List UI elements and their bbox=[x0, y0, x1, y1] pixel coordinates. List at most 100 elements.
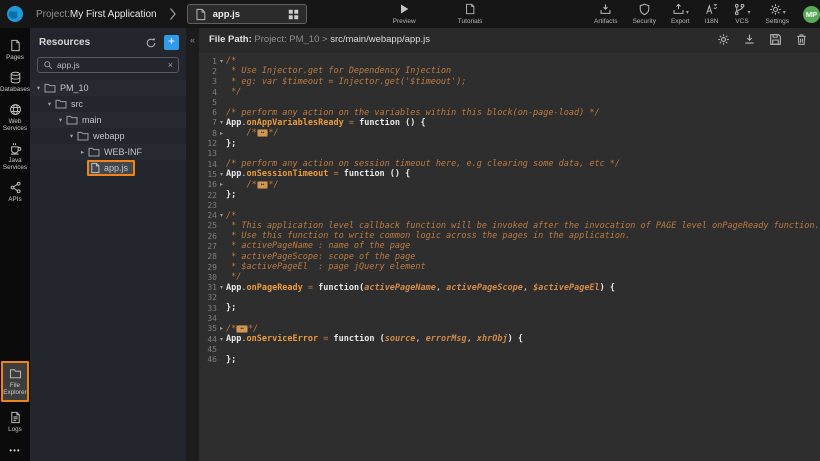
line-number: 24 bbox=[199, 211, 217, 220]
sidebar-item-pages[interactable]: Pages bbox=[0, 34, 30, 66]
code-line-8: 8▸ /*↔*/ bbox=[199, 128, 820, 138]
sidebar-item-file-explorer[interactable]: FileExplorer bbox=[1, 361, 29, 402]
folder-icon bbox=[55, 99, 67, 109]
topbar-item-artifacts[interactable]: Artifacts bbox=[594, 3, 617, 25]
code-text: App.onServiceError = function (source, e… bbox=[226, 334, 523, 344]
topbar-item-settings[interactable]: ▾Settings bbox=[766, 3, 790, 25]
code-line-35: 35▸/*↔*/ bbox=[199, 324, 820, 334]
preview-button[interactable]: Preview bbox=[393, 3, 416, 25]
folded-region-icon[interactable]: ↔ bbox=[236, 325, 248, 333]
line-number: 22 bbox=[199, 191, 217, 200]
clear-search-icon[interactable]: × bbox=[168, 60, 173, 70]
code-text: * Use this function to write common logi… bbox=[226, 231, 630, 241]
sidebar-item-java-services[interactable]: JavaServices bbox=[0, 137, 30, 176]
line-number: 33 bbox=[199, 304, 217, 313]
topbar-item-security[interactable]: Security bbox=[632, 3, 655, 25]
tree-item-label: main bbox=[82, 115, 102, 125]
tree-item-main[interactable]: ▾ main bbox=[30, 112, 186, 128]
caret-down-icon[interactable]: ▾ bbox=[45, 100, 54, 108]
sidebar-item-label: FileExplorer bbox=[3, 382, 26, 396]
fold-toggle-icon[interactable]: ▸ bbox=[217, 181, 226, 188]
sidebar-item-label: APIs bbox=[8, 196, 21, 203]
sidebar-item-label: JavaServices bbox=[3, 157, 27, 171]
code-lines[interactable]: 1▾/*2 * Use Injector.get for Dependency … bbox=[199, 52, 820, 461]
tree-item-app.js[interactable]: app.js bbox=[30, 160, 186, 176]
fold-toggle-icon[interactable]: ▾ bbox=[217, 212, 226, 219]
sidebar-item-databases[interactable]: Databases bbox=[0, 66, 30, 98]
code-line-45: 45 bbox=[199, 344, 820, 354]
folder-icon bbox=[44, 83, 56, 93]
line-number: 2 bbox=[199, 67, 217, 76]
line-number: 4 bbox=[199, 88, 217, 97]
line-number: 27 bbox=[199, 242, 217, 251]
caret-down-icon[interactable]: ▾ bbox=[34, 84, 43, 92]
fold-toggle-icon[interactable]: ▾ bbox=[217, 171, 226, 178]
fold-toggle-icon[interactable]: ▸ bbox=[217, 325, 226, 332]
folded-region-icon[interactable]: ↔ bbox=[257, 181, 269, 189]
globe-icon bbox=[9, 103, 22, 116]
caret-down-icon[interactable]: ▾ bbox=[67, 132, 76, 140]
delete-file-trash-icon[interactable] bbox=[795, 33, 808, 46]
sidebar-item-web-services[interactable]: WebServices bbox=[0, 98, 30, 137]
topbar-item-label: Artifacts bbox=[594, 18, 617, 25]
fold-toggle-icon[interactable]: ▸ bbox=[217, 130, 226, 137]
file-icon bbox=[195, 8, 206, 21]
search-icon bbox=[43, 60, 53, 70]
code-line-33: 33}; bbox=[199, 303, 820, 313]
preview-label: Preview bbox=[393, 18, 416, 25]
line-number: 6 bbox=[199, 108, 217, 117]
chevron-down-icon: ▾ bbox=[783, 9, 786, 16]
tab-label: app.js bbox=[213, 9, 281, 20]
line-number: 5 bbox=[199, 98, 217, 107]
app-logo[interactable] bbox=[0, 0, 30, 28]
tree-item-src[interactable]: ▾src bbox=[30, 96, 186, 112]
project-breadcrumb[interactable]: Project:My First Application bbox=[36, 9, 157, 20]
code-line-15: 15▾App.onSessionTimeout = function () { bbox=[199, 169, 820, 179]
tutorials-label: Tutorials bbox=[458, 18, 483, 25]
fold-toggle-icon[interactable]: ▾ bbox=[217, 58, 226, 65]
add-resource-button[interactable]: + bbox=[164, 35, 179, 50]
tree-item-pm_10[interactable]: ▾PM_10 bbox=[30, 80, 186, 96]
fold-toggle-icon[interactable]: ▾ bbox=[217, 336, 226, 343]
more-options-button[interactable]: ••• bbox=[9, 438, 20, 461]
caret-down-icon[interactable]: ▾ bbox=[56, 116, 65, 124]
tutorials-button[interactable]: Tutorials bbox=[458, 3, 483, 25]
export-upload-icon bbox=[672, 3, 685, 16]
topbar-item-export[interactable]: ▾Export bbox=[671, 3, 690, 25]
resource-search[interactable]: × bbox=[37, 57, 179, 73]
code-text: */ bbox=[226, 87, 241, 97]
folded-region-icon[interactable]: ↔ bbox=[257, 129, 269, 137]
folder-icon bbox=[9, 367, 22, 380]
fold-toggle-icon[interactable]: ▾ bbox=[217, 284, 226, 291]
tree-item-web-inf[interactable]: ▸WEB-INF bbox=[30, 144, 186, 160]
code-text: * eg: var $timeout = Injector.get('$time… bbox=[226, 77, 467, 87]
code-line-44: 44▾App.onServiceError = function (source… bbox=[199, 334, 820, 344]
code-text: /* bbox=[226, 56, 236, 66]
folder-icon bbox=[88, 147, 100, 157]
sidebar-item-label: Pages bbox=[6, 54, 24, 61]
topbar-item-label: VCS bbox=[735, 18, 748, 25]
search-input[interactable] bbox=[57, 60, 164, 70]
save-file-icon[interactable] bbox=[769, 33, 782, 46]
user-avatar[interactable]: MP bbox=[803, 6, 820, 23]
code-editor: File Path: Project: PM_10 > src/main/web… bbox=[199, 28, 820, 461]
sidebar-item-apis[interactable]: APIs bbox=[0, 176, 30, 208]
topbar-item-i18n[interactable]: I18N bbox=[705, 3, 719, 25]
code-text: /* perform any action on the variables w… bbox=[226, 108, 600, 118]
grid-icon[interactable] bbox=[288, 9, 299, 20]
collapse-panel-icon[interactable]: « bbox=[190, 35, 195, 45]
translate-icon bbox=[705, 3, 718, 16]
caret-right-icon[interactable]: ▸ bbox=[78, 148, 87, 156]
line-number: 29 bbox=[199, 263, 217, 272]
topbar-item-vcs[interactable]: ▾VCS bbox=[733, 3, 750, 25]
open-file-tab[interactable]: app.js bbox=[187, 4, 307, 24]
editor-settings-gear-icon[interactable] bbox=[717, 33, 730, 46]
line-number: 23 bbox=[199, 201, 217, 210]
sidebar-item-logs[interactable]: Logs bbox=[0, 406, 30, 438]
tree-item-webapp[interactable]: ▾webapp bbox=[30, 128, 186, 144]
download-file-icon[interactable] bbox=[743, 33, 756, 46]
topbar-item-label: Security bbox=[632, 18, 655, 25]
fold-toggle-icon[interactable]: ▾ bbox=[217, 119, 226, 126]
refresh-icon[interactable] bbox=[145, 37, 157, 49]
wavemaker-logo-icon bbox=[6, 5, 24, 23]
